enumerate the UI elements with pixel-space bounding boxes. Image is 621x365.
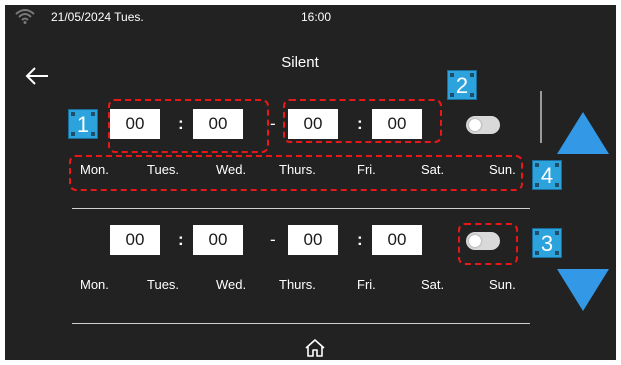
wifi-icon <box>15 9 35 24</box>
badge-rivet <box>71 132 75 136</box>
highlight-start-time <box>108 99 269 153</box>
schedule-2-day-mon[interactable]: Mon. <box>80 277 109 292</box>
schedule-2-day-tue[interactable]: Tues. <box>147 277 179 292</box>
scroll-down-icon[interactable] <box>555 267 611 313</box>
badge-rivet <box>535 183 539 187</box>
badge-rivet <box>555 163 559 167</box>
schedule-1-toggle[interactable] <box>466 116 500 134</box>
callout-badge-2: 2 <box>447 70 477 100</box>
schedule-2-start-minute[interactable]: 00 <box>193 225 243 255</box>
schedule-2-start-hour[interactable]: 00 <box>110 225 160 255</box>
back-arrow-icon[interactable] <box>24 65 50 87</box>
schedule-2-range-dash: - <box>270 230 276 249</box>
badge-rivet <box>555 183 559 187</box>
schedule-2-day-wed[interactable]: Wed. <box>216 277 246 292</box>
highlight-toggle <box>458 223 518 265</box>
schedule-1-range-dash: - <box>270 114 276 133</box>
silent-schedule-screen: 21/05/2024 Tues. 16:00 Silent 00 : 00 - … <box>5 5 616 360</box>
badge-rivet <box>555 251 559 255</box>
badge-rivet <box>71 112 75 116</box>
scroll-up-icon[interactable] <box>555 110 611 156</box>
schedule-2-start-separator: : <box>178 230 184 249</box>
bottom-divider <box>72 323 530 324</box>
badge-rivet <box>535 163 539 167</box>
badge-rivet <box>91 112 95 116</box>
badge-rivet <box>470 93 474 97</box>
badge-rivet <box>535 231 539 235</box>
schedule-2-end-minute[interactable]: 00 <box>372 225 422 255</box>
schedule-2-day-thu[interactable]: Thurs. <box>279 277 316 292</box>
badge-rivet <box>450 73 454 77</box>
status-date: 21/05/2024 Tues. <box>51 10 144 24</box>
badge-rivet <box>535 251 539 255</box>
scrollbar-thumb[interactable] <box>540 91 542 143</box>
schedule-2-day-fri[interactable]: Fri. <box>357 277 376 292</box>
callout-number: 2 <box>455 73 469 98</box>
badge-rivet <box>450 93 454 97</box>
toggle-knob <box>469 119 481 131</box>
callout-number: 4 <box>540 163 554 188</box>
callout-number: 1 <box>76 112 90 137</box>
schedule-2-end-separator: : <box>357 230 363 249</box>
highlight-end-time <box>283 99 442 143</box>
schedule-2-end-hour[interactable]: 00 <box>288 225 338 255</box>
badge-rivet <box>91 132 95 136</box>
schedule-2-day-sat[interactable]: Sat. <box>421 277 444 292</box>
callout-badge-4: 4 <box>532 160 562 190</box>
badge-rivet <box>555 231 559 235</box>
highlight-day-selection <box>69 155 523 191</box>
callout-number: 3 <box>540 231 554 256</box>
status-time: 16:00 <box>301 10 332 24</box>
badge-rivet <box>470 73 474 77</box>
callout-badge-3: 3 <box>532 228 562 258</box>
home-icon[interactable] <box>304 338 326 358</box>
divider <box>72 208 530 209</box>
schedule-2-day-sun[interactable]: Sun. <box>489 277 516 292</box>
page-title: Silent <box>281 54 319 71</box>
callout-badge-1: 1 <box>68 109 98 139</box>
